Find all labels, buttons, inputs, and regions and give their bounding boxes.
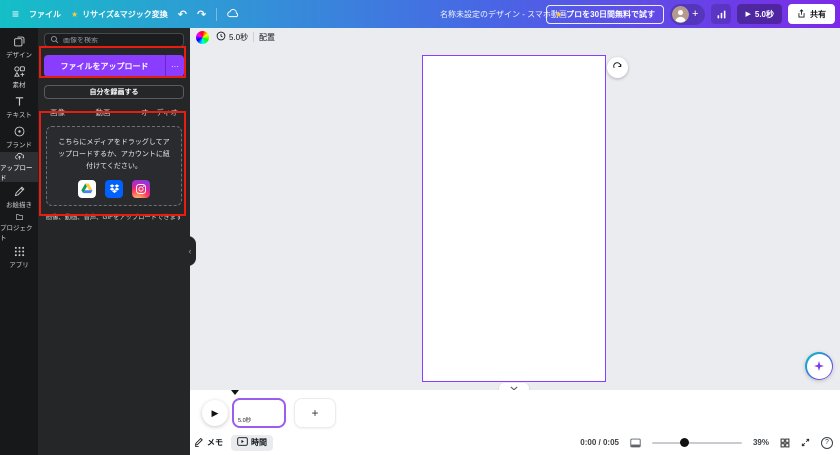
media-tabs: 画像 動画 オーディオ	[50, 107, 178, 118]
zoom-slider-track	[651, 442, 742, 444]
page-duration-chip[interactable]: 5.0秒	[216, 29, 248, 45]
canva-app: ≡ ファイル ★ リサイズ&マジック変換 ↶ ↷ 名称未設定のデザイン - スマ…	[0, 0, 840, 455]
file-menu-button[interactable]: ファイル	[29, 9, 61, 20]
record-yourself-button[interactable]: 自分を録画する	[44, 85, 184, 99]
panel-collapse-handle[interactable]: ‹	[184, 236, 196, 266]
draw-icon	[14, 186, 24, 197]
dropbox-icon[interactable]	[105, 179, 123, 198]
share-button[interactable]: 共有	[788, 4, 835, 24]
rotate-icon[interactable]	[607, 57, 628, 78]
star-icon: ★	[554, 9, 563, 19]
chevron-left-icon: ‹	[188, 246, 192, 256]
media-dropzone[interactable]: こちらにメディアをドラッグしてアップロードするか、アカウントに紐付けてください。	[46, 126, 182, 206]
text-icon	[15, 97, 23, 106]
undo-icon[interactable]: ↶	[178, 8, 187, 21]
clock-icon	[216, 31, 226, 43]
add-page-button[interactable]: +	[294, 398, 336, 428]
grid-view-icon[interactable]	[780, 438, 790, 448]
sidebar-rail: デザイン 素材 テキスト ブランド アップロード お絵描き プロジェクト アプリ	[0, 28, 38, 455]
upload-more-button[interactable]: ···	[165, 55, 184, 77]
resize-magic-button[interactable]: ★ リサイズ&マジック変換	[71, 9, 168, 20]
avatar[interactable]	[672, 5, 690, 23]
topbar: ≡ ファイル ★ リサイズ&マジック変換 ↶ ↷ 名称未設定のデザイン - スマ…	[0, 0, 840, 28]
upload-cloud-icon	[14, 152, 24, 160]
page-view-icon[interactable]	[630, 438, 641, 448]
video-player-icon	[237, 437, 248, 448]
apps-grid-icon	[14, 246, 24, 257]
search-icon	[50, 31, 59, 49]
dropzone-services	[56, 179, 172, 198]
zoom-level: 39%	[752, 438, 769, 447]
sparkle-icon: ★	[71, 9, 79, 19]
notes-button[interactable]: メモ	[194, 437, 223, 449]
add-member-icon[interactable]: +	[692, 8, 698, 20]
brand-icon	[14, 126, 24, 137]
sidebar-item-uploads[interactable]: アップロード	[0, 152, 38, 182]
design-page[interactable]	[422, 55, 606, 382]
search-input[interactable]	[63, 36, 178, 44]
sidebar-item-brand[interactable]: ブランド	[0, 122, 38, 152]
fullscreen-icon[interactable]	[801, 438, 810, 447]
redo-icon[interactable]: ↷	[197, 8, 206, 21]
design-icon	[13, 36, 24, 47]
frame-thumbnail[interactable]: 5.0秒	[232, 398, 286, 428]
position-button[interactable]: 配置	[259, 29, 275, 45]
pen-icon	[194, 437, 204, 449]
help-icon[interactable]: ?	[821, 436, 833, 449]
zoom-slider[interactable]	[651, 438, 742, 448]
account-pill[interactable]: +	[670, 3, 706, 25]
play-icon: ▶	[745, 11, 751, 18]
topbar-divider	[216, 7, 218, 21]
elements-icon	[13, 66, 25, 77]
cloud-saved-icon	[227, 5, 240, 23]
folder-icon	[15, 214, 23, 220]
timeline-play-button[interactable]: ▶	[202, 400, 228, 426]
sidebar-item-apps[interactable]: アプリ	[0, 242, 38, 272]
zoom-slider-knob[interactable]	[679, 438, 689, 447]
ai-assistant-button[interactable]	[805, 352, 833, 380]
sidebar-item-design[interactable]: デザイン	[0, 32, 38, 62]
bottombar: メモ 時間 0:00 / 0:05 39% ?	[190, 430, 840, 455]
tab-images[interactable]: 画像	[50, 107, 65, 118]
time-display: 0:00 / 0:05	[580, 438, 619, 447]
background-color-icon[interactable]	[196, 31, 209, 44]
dropzone-text: こちらにメディアをドラッグしてアップロードするか、アカウントに紐付けてください。	[58, 139, 170, 170]
frame-duration-label: 5.0秒	[238, 418, 252, 424]
search-box[interactable]	[44, 33, 184, 47]
timeline: ▶ 5.0秒 +	[190, 390, 840, 430]
pro-trial-button[interactable]: ★ プロを30日間無料で試す	[545, 4, 665, 24]
canvas-area: 5.0秒 配置	[190, 28, 840, 394]
insights-chart-icon[interactable]	[711, 4, 732, 24]
instagram-icon[interactable]	[132, 179, 150, 198]
sidebar-item-projects[interactable]: プロジェクト	[0, 212, 38, 242]
dropzone-caption: 画像、動画、音声、GIFをアップロードできます	[45, 214, 183, 221]
uploads-panel: ファイルをアップロード ··· 自分を録画する 画像 動画 オーディオ こちらに…	[38, 28, 196, 455]
sidebar-item-elements[interactable]: 素材	[0, 62, 38, 92]
google-drive-icon[interactable]	[78, 179, 96, 198]
playhead-marker[interactable]	[231, 390, 239, 395]
menu-icon[interactable]: ≡	[12, 8, 19, 20]
sparkle-icon	[814, 361, 824, 371]
tab-videos[interactable]: 動画	[96, 107, 111, 118]
toolbar-divider	[253, 32, 254, 42]
sidebar-item-text[interactable]: テキスト	[0, 92, 38, 122]
upload-file-row: ファイルをアップロード ···	[44, 55, 184, 77]
tab-audio[interactable]: オーディオ	[141, 107, 178, 118]
share-icon	[797, 8, 806, 20]
preview-play-button[interactable]: ▶ 5.0秒	[737, 4, 782, 24]
timing-button[interactable]: 時間	[231, 434, 273, 451]
sidebar-item-draw[interactable]: お絵描き	[0, 182, 38, 212]
upload-file-button[interactable]: ファイルをアップロード	[44, 55, 165, 77]
